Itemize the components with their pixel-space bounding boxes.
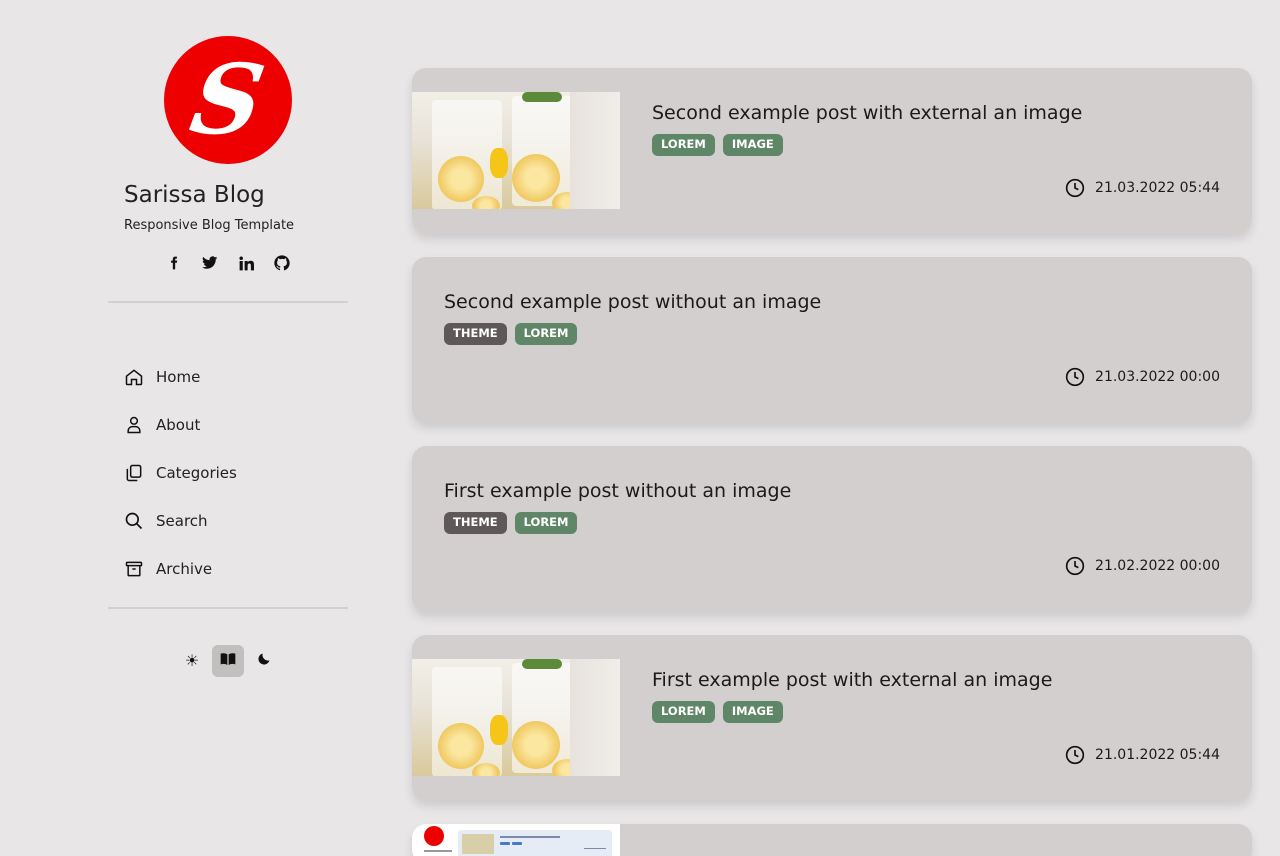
- post-card[interactable]: [412, 824, 1252, 856]
- sidebar-divider: [108, 301, 348, 303]
- post-thumbnail[interactable]: [412, 92, 620, 209]
- tag-image[interactable]: IMAGE: [722, 134, 783, 156]
- post-date: 21.02.2022 00:00: [1065, 556, 1220, 576]
- post-thumbnail[interactable]: [412, 659, 620, 776]
- clock-icon: [1065, 367, 1085, 387]
- post-tags: LOREM IMAGE: [652, 134, 1082, 156]
- post-date: 21.03.2022 05:44: [1065, 178, 1220, 198]
- linkedin-icon[interactable]: [238, 255, 254, 271]
- nav-item-search[interactable]: Search: [124, 497, 348, 545]
- tag-lorem[interactable]: LOREM: [514, 323, 578, 345]
- light-theme-button[interactable]: ☀: [176, 645, 208, 677]
- nav-label-search: Search: [156, 512, 208, 530]
- post-tags: LOREM IMAGE: [652, 701, 1052, 723]
- reading-theme-button[interactable]: [212, 645, 244, 677]
- nav-item-about[interactable]: About: [124, 401, 348, 449]
- nav-label-home: Home: [156, 368, 201, 386]
- post-date: 21.03.2022 00:00: [1065, 367, 1220, 387]
- post-title[interactable]: First example post with external an imag…: [652, 669, 1052, 691]
- search-icon: [124, 511, 144, 531]
- nav-item-categories[interactable]: Categories: [124, 449, 348, 497]
- logo-letter: S: [183, 43, 273, 156]
- tag-theme[interactable]: THEME: [444, 323, 507, 345]
- post-date-text: 21.03.2022 05:44: [1095, 180, 1220, 196]
- copy-icon: [124, 463, 144, 483]
- twitter-icon[interactable]: [202, 255, 218, 271]
- site-subtitle: Responsive Blog Template: [124, 218, 295, 233]
- facebook-icon[interactable]: [166, 255, 182, 271]
- nav-label-archive: Archive: [156, 560, 213, 578]
- tag-theme[interactable]: THEME: [444, 512, 507, 534]
- tag-lorem[interactable]: LOREM: [652, 701, 715, 723]
- post-card[interactable]: First example post without an image THEM…: [412, 446, 1252, 611]
- nav-label-categories: Categories: [156, 464, 237, 482]
- clock-icon: [1065, 178, 1085, 198]
- post-card[interactable]: Second example post without an image THE…: [412, 257, 1252, 422]
- sun-icon: ☀: [184, 653, 200, 670]
- post-date-text: 21.01.2022 05:44: [1095, 747, 1220, 763]
- post-list: Second example post with external an ima…: [412, 68, 1252, 856]
- post-tags: THEME LOREM: [444, 323, 821, 345]
- github-icon[interactable]: [274, 255, 290, 271]
- post-date: 21.01.2022 05:44: [1065, 745, 1220, 765]
- post-card[interactable]: Second example post with external an ima…: [412, 68, 1252, 233]
- home-icon: [124, 367, 144, 387]
- theme-switcher: ☀: [108, 645, 348, 677]
- social-links: [108, 255, 348, 271]
- tag-image[interactable]: IMAGE: [722, 701, 783, 723]
- post-date-text: 21.02.2022 00:00: [1095, 558, 1220, 574]
- tag-lorem[interactable]: LOREM: [514, 512, 578, 534]
- sidebar: S Sarissa Blog Responsive Blog Template …: [108, 36, 348, 677]
- post-tags: THEME LOREM: [444, 512, 791, 534]
- nav-label-about: About: [156, 416, 201, 434]
- post-title[interactable]: Second example post without an image: [444, 291, 821, 313]
- book-icon: [220, 652, 236, 671]
- clock-icon: [1065, 745, 1085, 765]
- post-title[interactable]: First example post without an image: [444, 480, 791, 502]
- site-logo[interactable]: S: [164, 36, 292, 164]
- moon-icon: [257, 651, 272, 671]
- site-title[interactable]: Sarissa Blog: [108, 182, 348, 208]
- archive-icon: [124, 559, 144, 579]
- tag-lorem[interactable]: LOREM: [652, 134, 715, 156]
- post-thumbnail[interactable]: [412, 824, 620, 856]
- user-icon: [124, 415, 144, 435]
- nav-item-archive[interactable]: Archive: [124, 545, 348, 593]
- sidebar-divider-bottom: [108, 607, 348, 609]
- nav-item-home[interactable]: Home: [124, 353, 348, 401]
- clock-icon: [1065, 556, 1085, 576]
- post-card[interactable]: First example post with external an imag…: [412, 635, 1252, 800]
- post-title[interactable]: Second example post with external an ima…: [652, 102, 1082, 124]
- main-nav: Home About Categories Search Archive: [108, 353, 348, 593]
- dark-theme-button[interactable]: [248, 645, 280, 677]
- post-date-text: 21.03.2022 00:00: [1095, 369, 1220, 385]
